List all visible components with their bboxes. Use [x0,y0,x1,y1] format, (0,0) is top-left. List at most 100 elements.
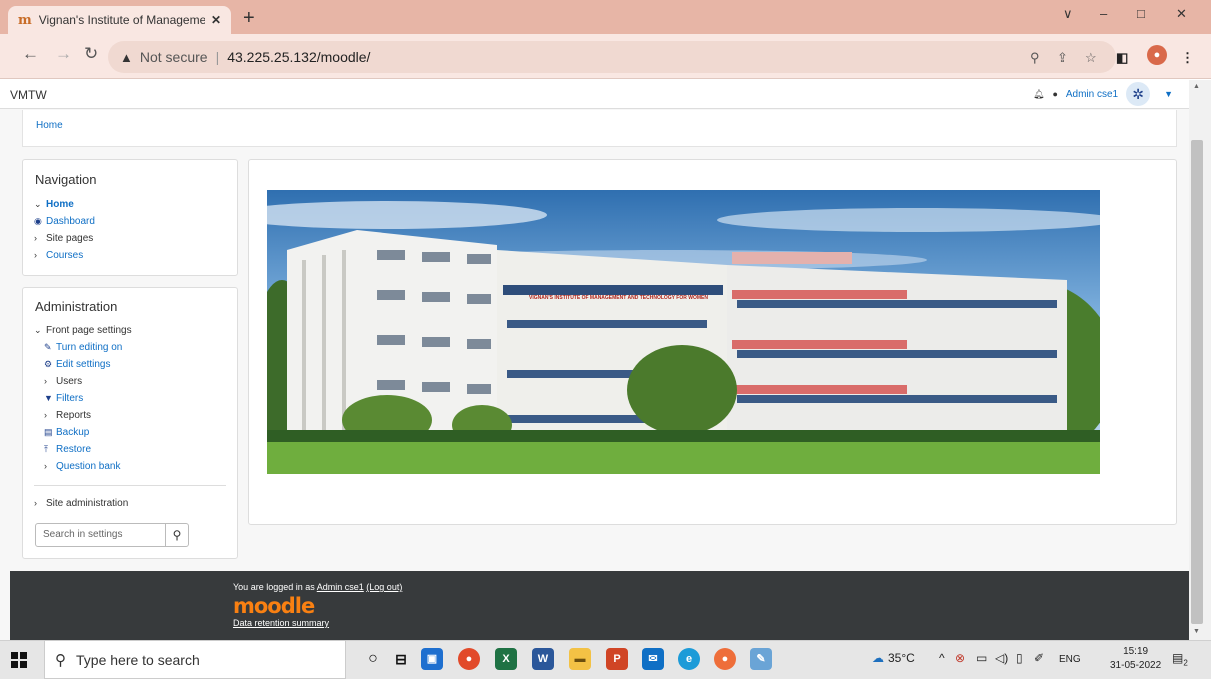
user-menu[interactable]: 🔔︎ ● Admin cse1 ✲ ▼ [1033,82,1173,106]
chevron-right-icon: › [34,250,37,260]
file-explorer-icon[interactable]: ▬ [569,648,591,670]
logged-in-info: You are logged in as Admin cse1 (Log out… [233,582,403,592]
address-bar[interactable]: ▲ Not secure | 43.225.25.132/moodle/ [108,41,1116,73]
nav-item-courses[interactable]: › Courses [34,247,95,264]
mail-icon[interactable]: ✉ [642,648,664,670]
admin-divider [34,485,226,486]
weather-icon[interactable]: ☁ [872,651,884,665]
share-icon[interactable]: ⇪ [1057,50,1068,66]
back-arrow-icon[interactable]: ← [22,45,39,63]
taskbar-search[interactable]: ⚲ Type here to search [44,640,346,679]
bookmark-star-icon[interactable]: ☆ [1085,50,1097,66]
maximize-button[interactable]: □ [1137,6,1145,21]
scroll-down-icon[interactable]: ▼ [1193,628,1200,635]
clock-time: 15:19 [1123,646,1149,657]
volume-icon[interactable]: ◁) [995,651,1008,665]
profile-avatar-icon[interactable]: ● [1147,45,1167,65]
scrollbar-thumb[interactable] [1191,140,1203,624]
user-avatar[interactable]: ✲ [1126,82,1151,106]
search-icon[interactable]: ⚲ [165,523,189,547]
cortana-icon[interactable]: ○ [362,648,384,670]
data-retention-link[interactable]: Data retention summary [233,618,329,628]
address-separator: | [215,49,220,65]
site-brand[interactable]: VMTW [10,88,47,102]
word-icon[interactable]: W [532,648,554,670]
paint-icon[interactable]: ✎ [750,648,772,670]
caret-down-icon[interactable]: ▼ [1164,89,1173,99]
chevron-right-icon: › [44,376,47,386]
weather-temp[interactable]: 35°C [888,651,915,665]
powerpoint-icon[interactable]: P [606,648,628,670]
logout-link[interactable]: (Log out) [366,582,402,592]
chrome-icon[interactable]: ● [458,648,480,670]
nav-item-dashboard[interactable]: ◉ Dashboard [34,213,95,230]
chrome-profile-icon[interactable]: ● [714,648,736,670]
close-window-button[interactable]: ✕ [1176,6,1187,22]
task-view-icon[interactable]: ⊟ [390,648,412,670]
user-name[interactable]: Admin cse1 [1066,89,1118,100]
chevron-right-icon: › [34,498,37,508]
battery-icon[interactable]: ▯ [1016,651,1023,665]
banner-sign-text: VIGNAN'S INSTITUTE OF MANAGEMENT AND TEC… [529,295,708,301]
minimize-button[interactable]: – [1100,6,1107,21]
filter-icon: ▼ [44,393,53,403]
tab-search-chevron-icon[interactable]: ∨ [1063,6,1073,22]
new-tab-button[interactable]: + [243,8,255,28]
side-panel-icon[interactable]: ◧ [1116,50,1128,66]
admin-item-users[interactable]: › Users [34,373,132,390]
admin-item-turn-editing-on[interactable]: ✎ Turn editing on [34,339,132,356]
notification-count: 2 [1183,658,1188,668]
admin-item-front-page-settings[interactable]: ⌄ Front page settings [34,322,132,339]
language-indicator[interactable]: ENG [1059,654,1081,665]
admin-item-edit-settings[interactable]: ⚙ Edit settings [34,356,132,373]
forward-arrow-icon[interactable]: → [55,45,72,63]
admin-item-reports[interactable]: › Reports [34,407,132,424]
chevron-down-icon: ⌄ [34,325,42,335]
chevron-right-icon: › [44,461,47,471]
clock-date: 31-05-2022 [1110,660,1162,671]
admin-item-restore[interactable]: ⤒ Restore [34,441,132,458]
site-administration-label[interactable]: Site administration [46,495,128,512]
reload-icon[interactable]: ↻ [84,45,98,63]
nav-item-site-pages[interactable]: › Site pages [34,230,95,247]
moodle-logo[interactable]: moodle [233,594,315,618]
site-administration[interactable]: › Site administration [34,495,128,512]
taskbar-search-placeholder: Type here to search [76,651,200,668]
campus-banner-image: VIGNAN'S INSTITUTE OF MANAGEMENT AND TEC… [267,190,1100,474]
chevron-right-icon: › [34,233,37,243]
display-icon[interactable]: ▭ [976,651,987,665]
scroll-up-icon[interactable]: ▲ [1193,83,1200,90]
page-footer: You are logged in as Admin cse1 (Log out… [10,571,1189,640]
footer-user-link[interactable]: Admin cse1 [317,582,364,592]
store-icon[interactable]: ▣ [421,648,443,670]
messages-icon[interactable]: ● [1052,89,1057,99]
browser-tab[interactable]: m Vignan's Institute of Managemen ✕ [8,6,231,34]
tray-chevron-icon[interactable]: ^ [939,651,945,665]
close-tab-icon[interactable]: ✕ [211,13,221,27]
not-secure-label: Not secure [139,49,208,65]
excel-icon[interactable]: X [495,648,517,670]
admin-item-filters[interactable]: ▼ Filters [34,390,132,407]
gear-icon: ⚙ [44,359,53,369]
browser-menu-icon[interactable]: ⋮ [1181,50,1194,66]
chevron-right-icon: › [44,410,47,420]
pencil-icon: ✎ [44,342,52,352]
administration-title: Administration [35,299,118,314]
dashboard-icon: ◉ [34,216,42,226]
search-icon: ⚲ [55,651,66,669]
zoom-icon[interactable]: ⚲ [1030,50,1040,66]
admin-item-question-bank[interactable]: › Question bank [34,458,132,475]
admin-item-backup[interactable]: ▤ Backup [34,424,132,441]
breadcrumb-home[interactable]: Home [36,120,63,131]
network-warning-icon[interactable]: ⊗ [955,651,965,665]
settings-search-input[interactable]: Search in settings [35,523,166,547]
nav-item-home[interactable]: ⌄ Home [34,196,95,213]
taskbar-clock[interactable]: 15:19 31-05-2022 [1110,645,1161,673]
edge-icon[interactable]: e [678,648,700,670]
pen-icon[interactable]: ✐ [1034,651,1044,665]
windows-start-icon[interactable] [11,652,27,668]
notification-bell-icon[interactable]: 🔔︎ [1033,89,1044,100]
restore-icon: ⤒ [44,444,48,454]
notification-center-icon[interactable]: ▤2 [1172,651,1188,667]
tab-title: Vignan's Institute of Managemen [38,13,205,27]
